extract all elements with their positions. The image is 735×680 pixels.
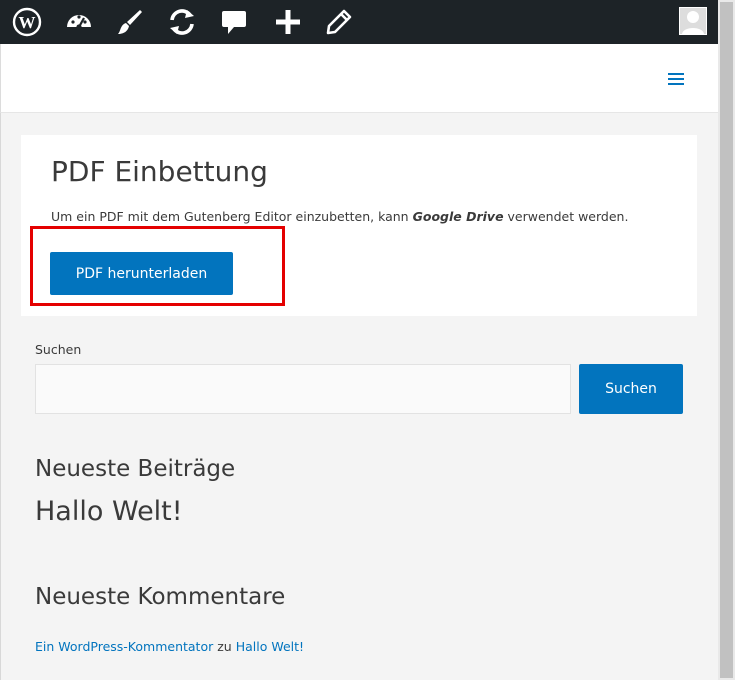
admin-bar: W	[0, 0, 718, 44]
user-avatar[interactable]	[679, 7, 707, 35]
new-content-icon[interactable]	[272, 6, 304, 38]
recent-comments-title: Neueste Kommentare	[35, 584, 286, 610]
article-text-bold: Google Drive	[412, 209, 504, 224]
dashboard-icon[interactable]	[63, 6, 95, 38]
wordpress-icon[interactable]: W	[11, 6, 43, 38]
comment-connector: zu	[213, 639, 236, 654]
updates-icon[interactable]	[166, 6, 198, 38]
pdf-download-button[interactable]: PDF herunterladen	[50, 252, 233, 295]
hamburger-menu-icon[interactable]	[667, 71, 687, 87]
article-text: Um ein PDF mit dem Gutenberg Editor einz…	[51, 209, 628, 224]
search-button[interactable]: Suchen	[579, 364, 683, 414]
site-header	[0, 44, 718, 113]
page-border	[0, 113, 1, 680]
edit-pencil-icon[interactable]	[323, 6, 355, 38]
svg-text:W: W	[19, 13, 36, 32]
article-text-before: Um ein PDF mit dem Gutenberg Editor einz…	[51, 209, 413, 224]
comment-author-link[interactable]: Ein WordPress-Kommentator	[35, 639, 213, 654]
customize-brush-icon[interactable]	[114, 6, 146, 38]
recent-comment-item: Ein WordPress-Kommentator zu Hallo Welt!	[35, 639, 304, 654]
search-input[interactable]	[35, 364, 571, 414]
vertical-scrollbar[interactable]	[718, 0, 735, 680]
recent-posts-title: Neueste Beiträge	[35, 456, 236, 482]
search-label: Suchen	[35, 342, 82, 357]
comments-icon[interactable]	[218, 6, 250, 38]
article-text-after: verwendet werden.	[503, 209, 629, 224]
article-title: PDF Einbettung	[51, 155, 268, 188]
comment-post-link[interactable]: Hallo Welt!	[236, 639, 304, 654]
scrollbar-thumb[interactable]	[720, 2, 733, 678]
recent-post-link[interactable]: Hallo Welt!	[35, 496, 183, 527]
